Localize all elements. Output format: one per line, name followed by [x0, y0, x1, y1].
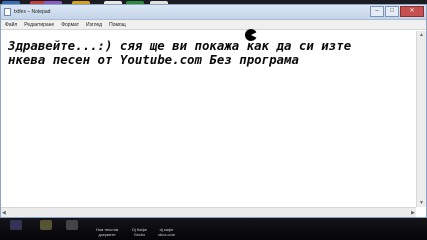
desktop-bottom-strip: Нов текстов документ Dj Кафе Gecko dj ка…: [0, 218, 427, 240]
close-button[interactable]: ✕: [400, 6, 424, 17]
menu-view[interactable]: Изглед: [86, 22, 102, 28]
minimize-button[interactable]: –: [370, 6, 384, 17]
window-title: txtfex – Notepad: [14, 9, 51, 15]
maximize-button[interactable]: □: [385, 6, 399, 17]
menu-file[interactable]: Файл: [5, 22, 17, 28]
horizontal-scrollbar[interactable]: ◀ ▶: [1, 207, 416, 217]
menu-bar: Файл Редактиране Формат Изглед Помощ: [1, 20, 426, 30]
desktop-shortcut-icon[interactable]: [66, 220, 78, 230]
scroll-right-icon[interactable]: ▶: [411, 210, 415, 216]
scroll-up-icon[interactable]: ▲: [419, 32, 424, 38]
notepad-window: txtfex – Notepad – □ ✕ Файл Редактиране …: [0, 4, 427, 218]
desktop-shortcut-icon[interactable]: [10, 220, 22, 230]
desktop-label[interactable]: Dj Кафе Gecko: [132, 227, 147, 237]
text-editor[interactable]: Здравейте...:) сяя ще ви покажа как да с…: [1, 31, 416, 207]
vertical-scrollbar[interactable]: ▲ ▼: [416, 31, 426, 207]
title-bar[interactable]: txtfex – Notepad – □ ✕: [1, 5, 426, 20]
window-controls: – □ ✕: [369, 6, 424, 18]
desktop-shortcut-icon[interactable]: [40, 220, 52, 230]
desktop-label[interactable]: dj кафе xbox.com: [158, 227, 175, 237]
desktop-label[interactable]: Нов текстов документ: [96, 227, 118, 237]
editor-line-2: нкева песен от Youtube.com Без програма: [8, 51, 299, 67]
editor-line-1: Здравейте...:) сяя ще ви покажа как да с…: [8, 38, 352, 53]
scroll-down-icon[interactable]: ▼: [419, 200, 424, 206]
notepad-icon: [4, 8, 11, 16]
menu-edit[interactable]: Редактиране: [24, 22, 54, 28]
scroll-left-icon[interactable]: ◀: [2, 210, 6, 216]
menu-help[interactable]: Помощ: [109, 22, 126, 28]
menu-format[interactable]: Формат: [61, 22, 79, 28]
busy-cursor-icon: [245, 29, 257, 41]
